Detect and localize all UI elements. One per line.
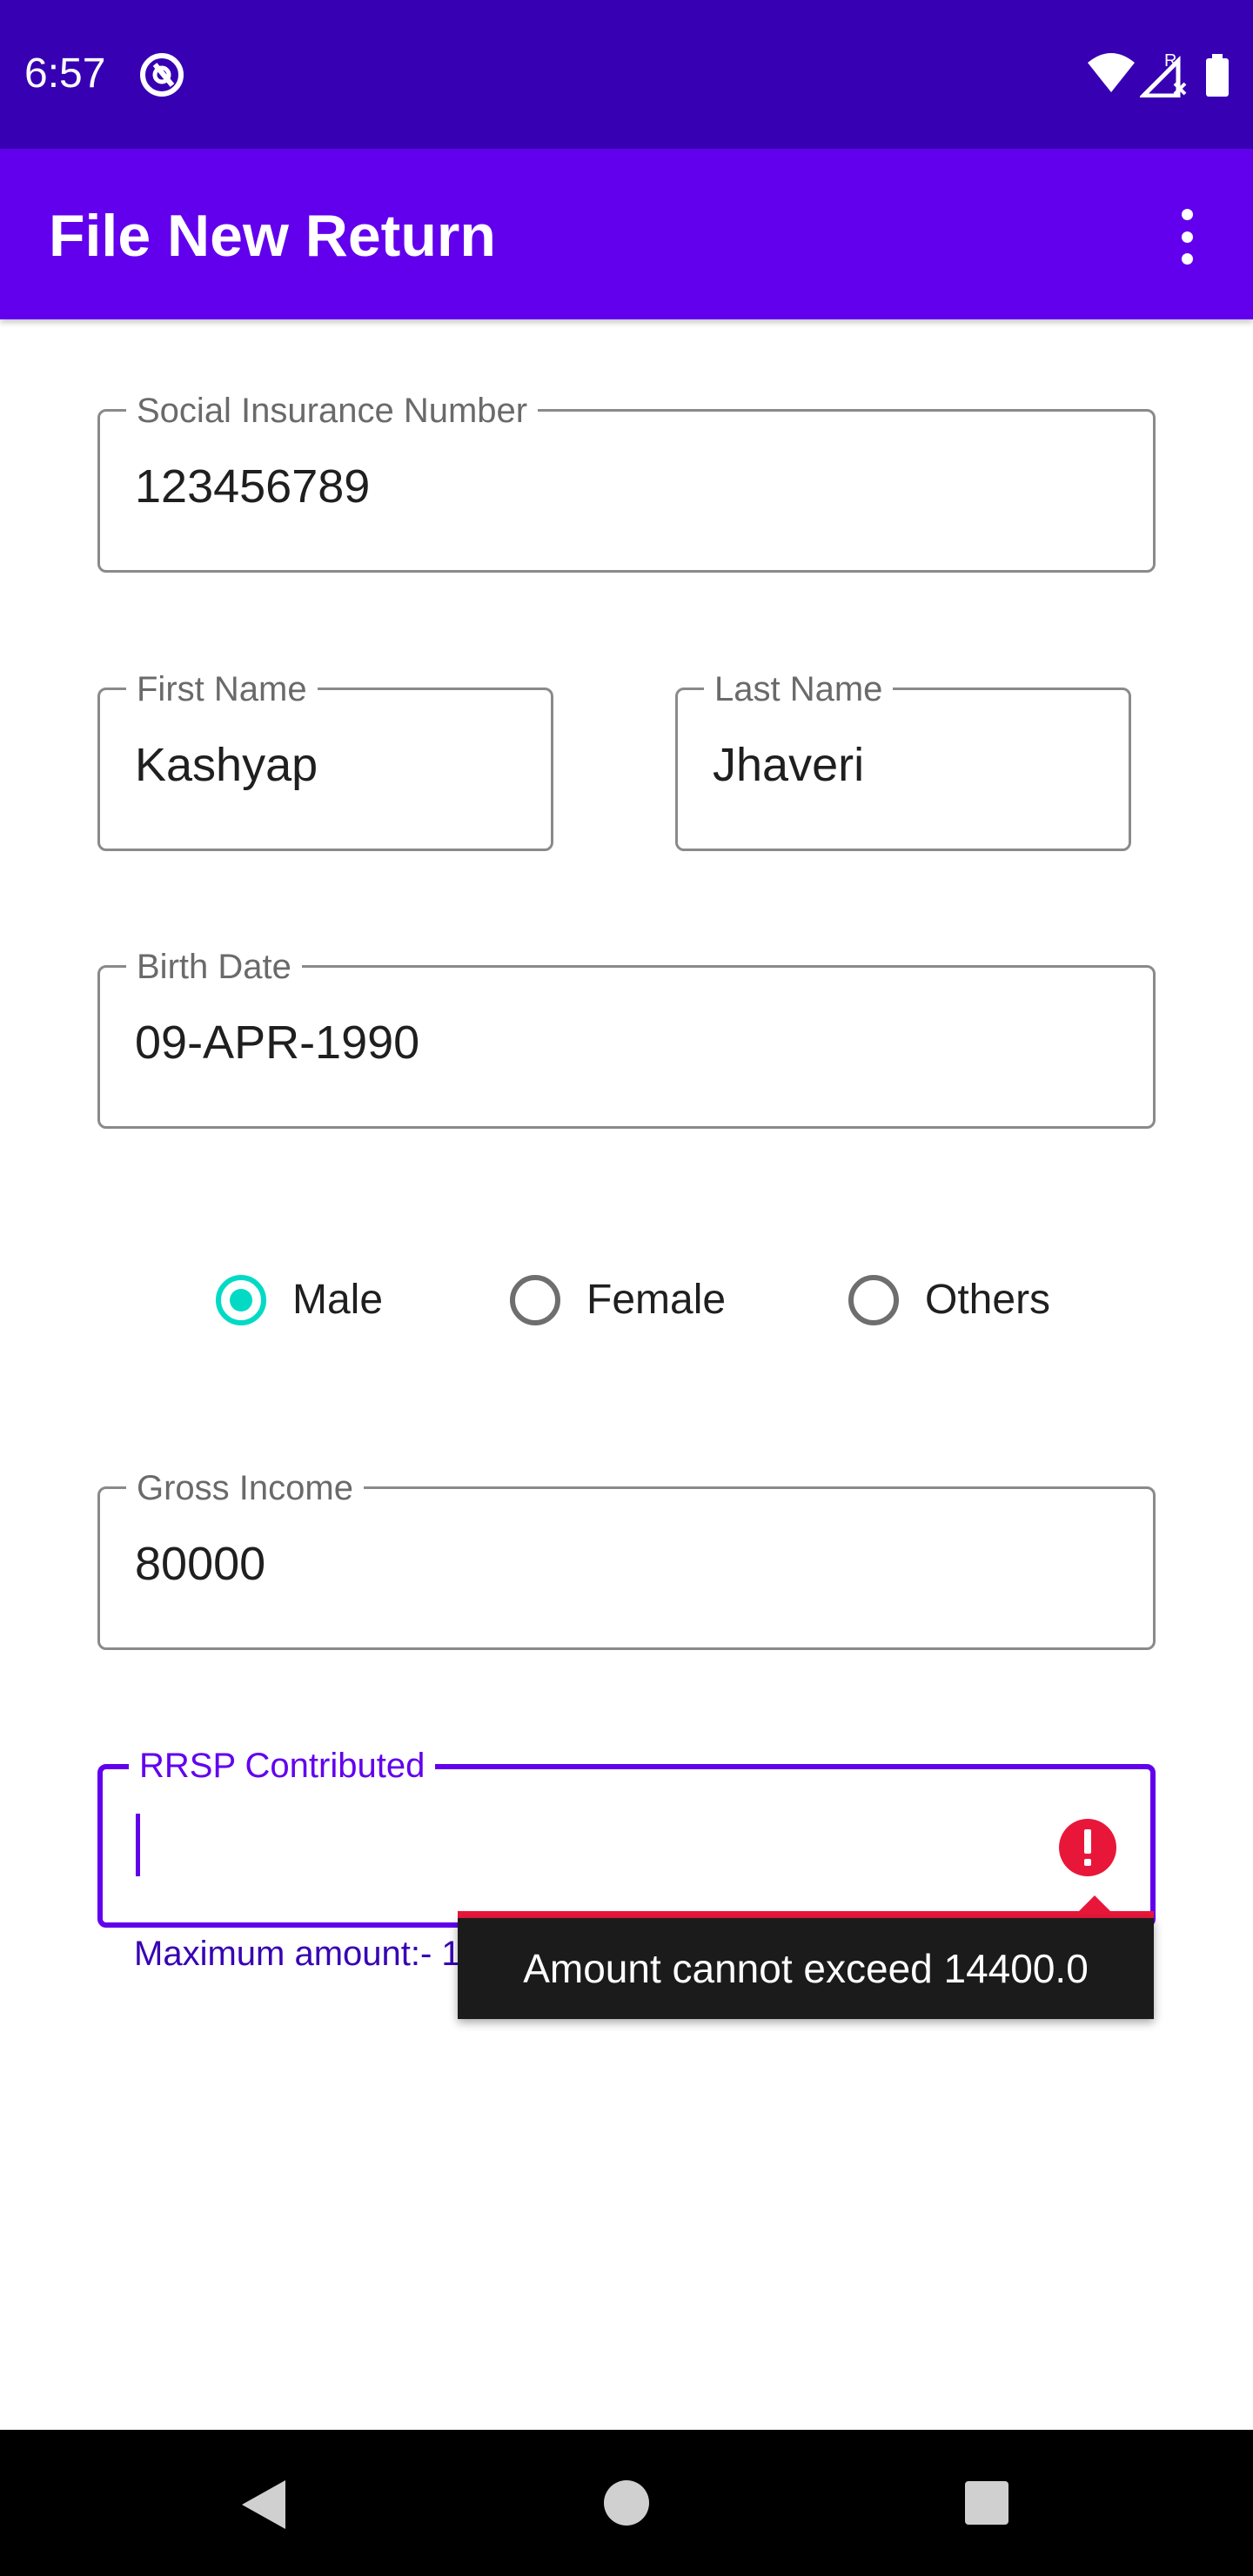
radio-male-label: Male	[292, 1277, 384, 1323]
last-name-value: Jhaveri	[713, 739, 865, 791]
app-notification-icon	[140, 53, 184, 97]
radio-female-label: Female	[586, 1277, 727, 1323]
overflow-menu-icon[interactable]	[1166, 202, 1208, 272]
svg-text:R: R	[1164, 51, 1176, 70]
radio-male-indicator[interactable]	[216, 1275, 266, 1325]
battery-icon	[1206, 54, 1229, 97]
radio-others-indicator[interactable]	[848, 1275, 899, 1325]
radio-male[interactable]: Male	[216, 1275, 383, 1325]
home-icon[interactable]	[604, 2480, 649, 2526]
sin-field[interactable]: Social Insurance Number 123456789	[97, 391, 1156, 573]
text-cursor	[136, 1814, 140, 1876]
error-popup-accent	[458, 1911, 1154, 1918]
last-name-field[interactable]: Last Name Jhaveri	[675, 669, 1131, 851]
error-popup-arrow	[1077, 1895, 1112, 1913]
error-popup: Amount cannot exceed 14400.0	[458, 1918, 1154, 2019]
page-title: File New Return	[49, 203, 496, 269]
first-name-field[interactable]: First Name Kashyap	[97, 669, 553, 851]
birth-date-value: 09-APR-1990	[135, 1016, 420, 1069]
gross-income-label: Gross Income	[126, 1468, 364, 1508]
signal-icon: R	[1140, 51, 1187, 97]
wifi-icon	[1088, 53, 1135, 92]
radio-others[interactable]: Others	[848, 1275, 1050, 1325]
first-name-label: First Name	[126, 669, 318, 709]
first-name-value: Kashyap	[135, 739, 318, 791]
birth-date-field[interactable]: Birth Date 09-APR-1990	[97, 947, 1156, 1129]
status-bar	[0, 0, 1253, 149]
gross-income-value: 80000	[135, 1538, 266, 1590]
error-icon[interactable]	[1057, 1817, 1118, 1878]
gross-income-field[interactable]: Gross Income 80000	[97, 1468, 1156, 1650]
status-time: 6:57	[24, 50, 106, 97]
last-name-label: Last Name	[704, 669, 894, 709]
rrsp-label: RRSP Contributed	[129, 1746, 436, 1786]
recents-icon[interactable]	[965, 2481, 1008, 2525]
back-icon[interactable]	[237, 2477, 289, 2532]
rrsp-field[interactable]: RRSP Contributed	[97, 1746, 1156, 1928]
radio-others-label: Others	[925, 1277, 1051, 1323]
sin-label: Social Insurance Number	[126, 391, 539, 431]
radio-female[interactable]: Female	[510, 1275, 726, 1325]
radio-female-indicator[interactable]	[510, 1275, 560, 1325]
sin-value: 123456789	[135, 460, 371, 513]
birth-date-label: Birth Date	[126, 947, 302, 987]
